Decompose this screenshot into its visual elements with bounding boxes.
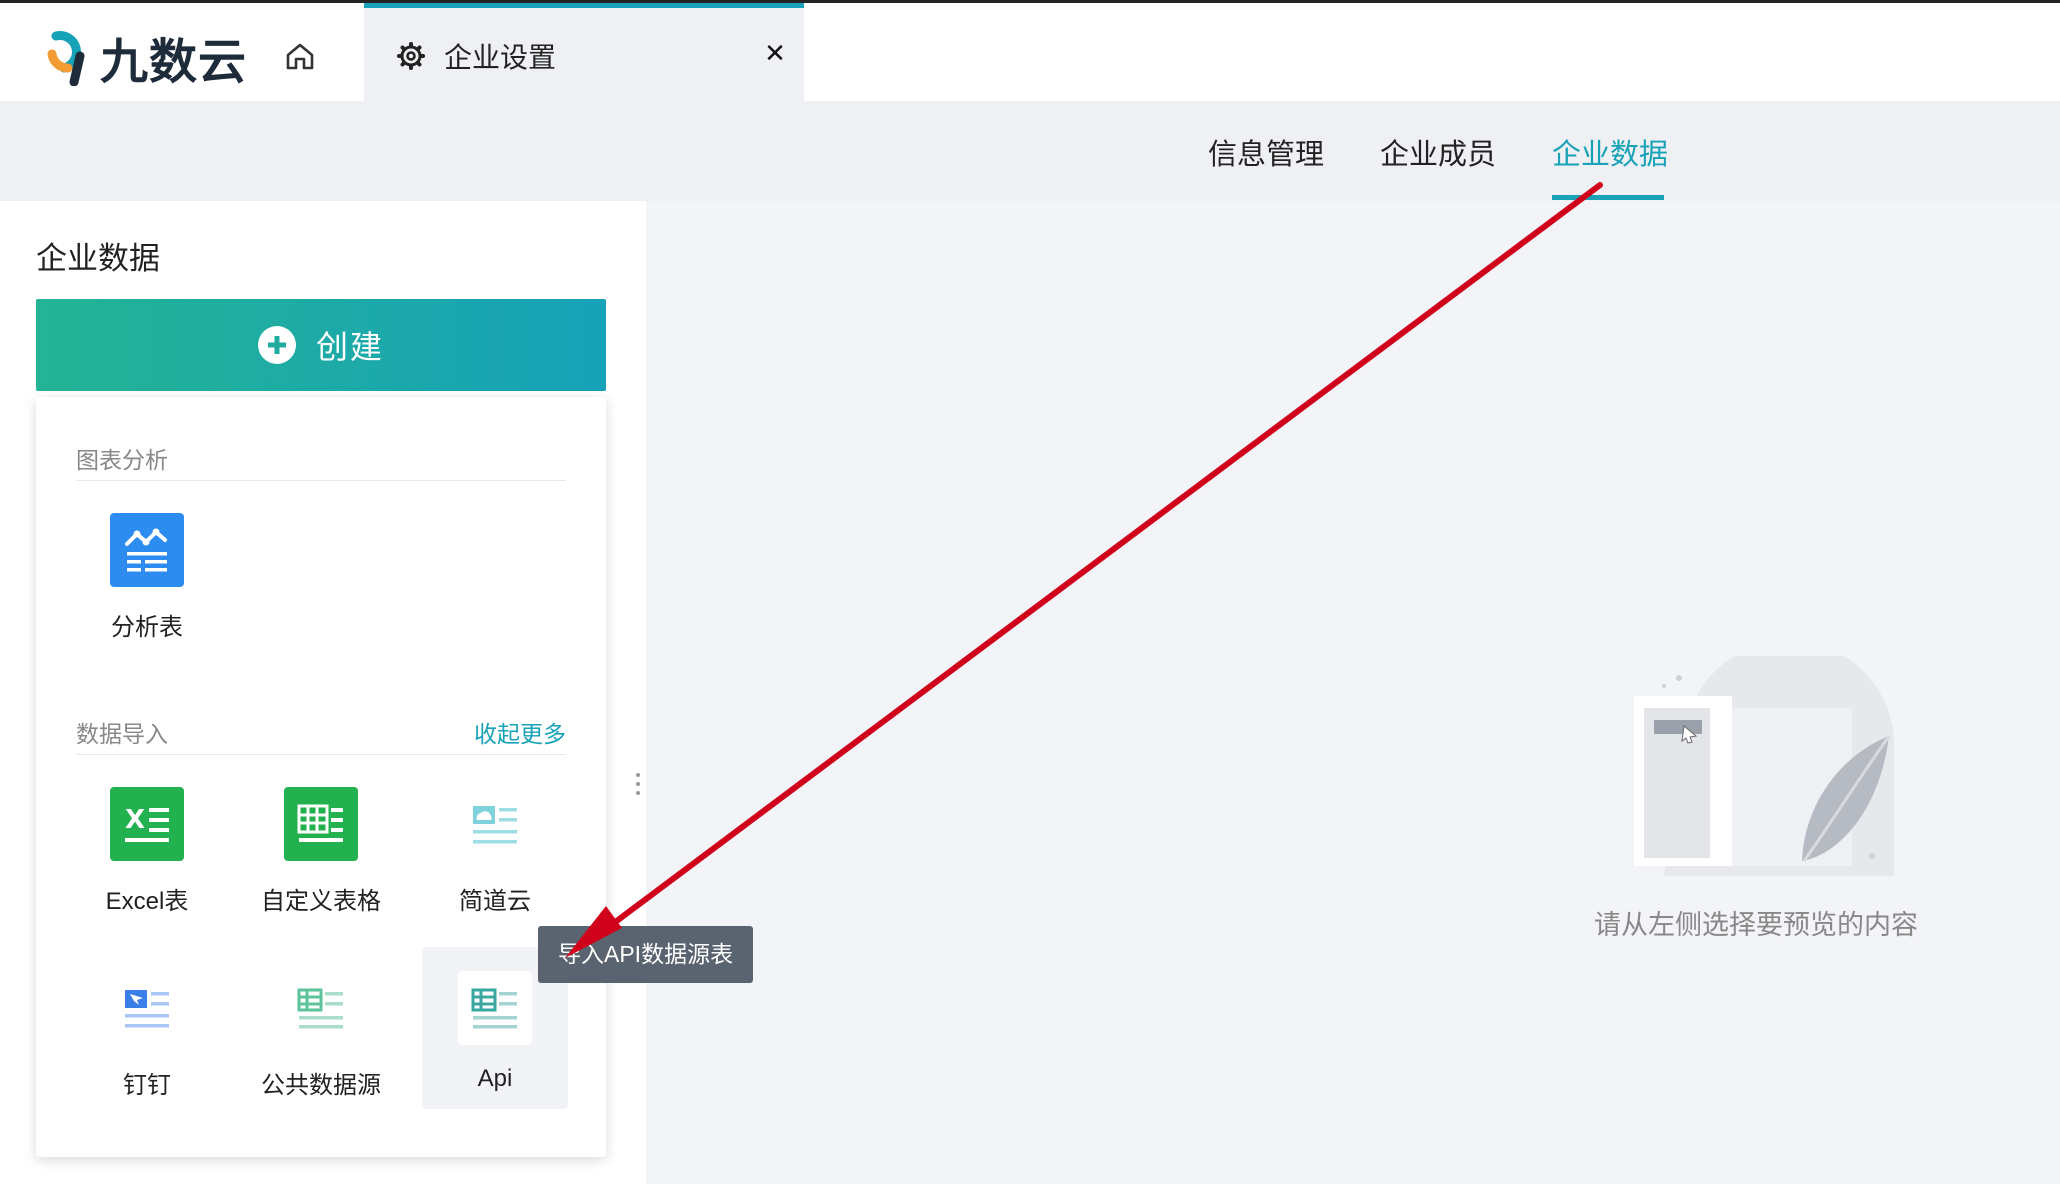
tile-label: 公共数据源 (261, 1072, 381, 1099)
home-button[interactable] (280, 39, 320, 73)
menu-item-analysis-table[interactable]: 分析表 (74, 489, 220, 651)
chart-analysis-icon (110, 513, 184, 587)
dingtalk-icon (110, 971, 184, 1045)
main-content: 企业数据 创建 图表分析 分析表 数据导入 收起更多 X Excel表 自定义表… (0, 201, 2060, 1184)
menu-item-dingtalk[interactable]: 钉钉 (74, 947, 220, 1109)
sub-nav: 信息管理 企业成员 企业数据 (0, 101, 2060, 201)
api-tooltip: 导入API数据源表 (538, 926, 754, 983)
left-panel: 企业数据 创建 图表分析 分析表 数据导入 收起更多 X Excel表 自定义表… (0, 201, 646, 1184)
section-data-import: 数据导入 收起更多 (76, 705, 566, 755)
menu-item-custom-table[interactable]: 自定义表格 (248, 763, 394, 925)
api-icon (458, 971, 532, 1045)
panel-resize-handle[interactable] (636, 773, 640, 799)
tab-label: 企业设置 (444, 42, 557, 73)
tile-label: Excel表 (105, 888, 189, 915)
svg-text:X: X (125, 805, 145, 835)
public-datasource-icon (284, 971, 358, 1045)
tile-label: 分析表 (111, 614, 183, 641)
create-button[interactable]: 创建 (36, 299, 606, 391)
subnav-info-management[interactable]: 信息管理 (1208, 131, 1324, 173)
tile-label: 自定义表格 (261, 888, 381, 915)
panel-title: 企业数据 (36, 241, 160, 276)
empty-preview-illustration (1634, 656, 1894, 876)
tile-label: 钉钉 (123, 1072, 171, 1099)
home-icon (286, 43, 314, 70)
active-tab-underline (1552, 195, 1664, 200)
logo-text: 九数云 (100, 34, 248, 90)
close-icon[interactable]: ✕ (760, 38, 790, 68)
subnav-enterprise-members[interactable]: 企业成员 (1380, 131, 1496, 173)
collapse-more-link[interactable]: 收起更多 (474, 715, 566, 749)
tile-label: 简道云 (459, 888, 531, 915)
section-chart-analysis: 图表分析 (76, 431, 566, 481)
app-logo[interactable]: 九数云 (46, 27, 247, 90)
logo-mark-icon (47, 31, 85, 86)
menu-item-excel[interactable]: X Excel表 (74, 763, 220, 925)
section-title: 数据导入 (76, 721, 168, 747)
top-bar: 九数云 企业设置 ✕ (0, 0, 2060, 104)
gear-icon (394, 39, 428, 73)
section-title: 图表分析 (76, 447, 168, 473)
create-label: 创建 (315, 329, 384, 365)
excel-icon: X (110, 787, 184, 861)
tab-enterprise-settings[interactable]: 企业设置 ✕ (364, 3, 804, 104)
menu-item-public-datasource[interactable]: 公共数据源 (248, 947, 394, 1109)
tile-label: Api (477, 1065, 513, 1092)
jiandaoyun-icon (458, 787, 532, 861)
plus-circle-icon (257, 326, 296, 364)
menu-item-jiandaoyun[interactable]: 简道云 (422, 763, 568, 925)
custom-table-icon (284, 787, 358, 861)
create-dropdown-menu: 图表分析 分析表 数据导入 收起更多 X Excel表 自定义表格 简道云 钉钉… (36, 397, 606, 1157)
empty-state-text: 请从左侧选择要预览的内容 (1594, 910, 1918, 940)
subnav-enterprise-data[interactable]: 企业数据 (1552, 131, 1668, 173)
